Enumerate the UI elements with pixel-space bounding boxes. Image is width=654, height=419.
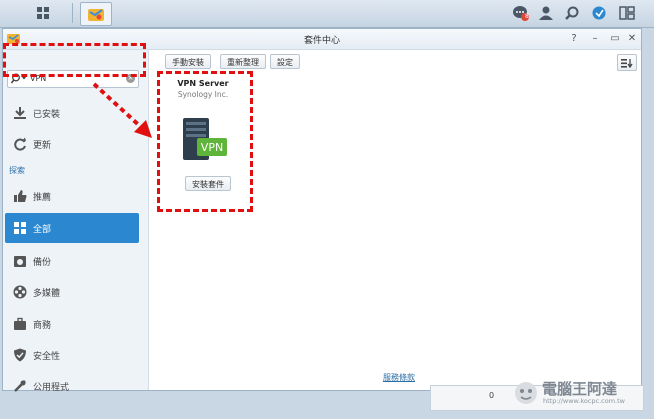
sidebar-item-label: 備份	[33, 257, 52, 268]
section-explore: 探索	[9, 166, 25, 175]
sidebar-item-label: 全部	[33, 224, 52, 235]
sort-icon	[621, 58, 633, 68]
sidebar-item-business[interactable]: 商務	[5, 309, 139, 339]
sidebar-item-security[interactable]: 安全性	[5, 340, 139, 370]
shield-icon	[13, 348, 27, 362]
maximize-button[interactable]: ▭	[608, 32, 622, 46]
package-highlight-box	[157, 71, 253, 212]
thumbs-up-icon	[13, 189, 27, 203]
sidebar-item-label: 已安裝	[33, 109, 61, 120]
watermark-brand: 電腦王阿達	[542, 380, 618, 398]
download-icon	[13, 106, 27, 120]
dashboard-icon	[592, 6, 606, 20]
sidebar-item-label: 更新	[33, 140, 52, 151]
sidebar-item-label: 多媒體	[33, 288, 61, 299]
backup-icon	[13, 254, 27, 268]
settings-button[interactable]: 設定	[270, 54, 300, 69]
sidebar-item-label: 安全性	[33, 351, 61, 362]
sort-button[interactable]	[617, 54, 637, 71]
help-button[interactable]: ?	[567, 32, 581, 46]
search-icon	[565, 6, 579, 20]
taskbar-package-center[interactable]	[80, 2, 112, 26]
package-center-icon	[88, 9, 104, 21]
taskbar: 8	[0, 0, 654, 28]
manual-install-button[interactable]: 手動安裝	[165, 54, 211, 69]
user-icon	[539, 6, 553, 20]
sidebar-item-utilities[interactable]: 公用程式	[5, 371, 139, 401]
sidebar-item-label: 推薦	[33, 192, 52, 203]
notification-badge: 8	[525, 13, 529, 20]
watermark-url: http://www.kocpc.com.tw	[543, 397, 625, 405]
search-button[interactable]	[557, 2, 587, 24]
status-count: 0	[489, 391, 495, 400]
sidebar-item-multimedia[interactable]: 多媒體	[5, 277, 139, 307]
grid-icon	[13, 221, 27, 235]
refresh-icon	[13, 137, 27, 151]
sidebar-item-recommended[interactable]: 推薦	[5, 181, 139, 211]
sidebar-item-label: 公用程式	[33, 382, 70, 393]
layout-icon	[619, 6, 635, 20]
mascot-logo-icon	[515, 382, 537, 404]
search-highlight-box	[3, 43, 146, 77]
grid-icon	[37, 7, 49, 19]
briefcase-icon	[13, 317, 27, 331]
close-button[interactable]: ✕	[625, 32, 639, 46]
highlight-arrow-icon	[92, 82, 152, 138]
tools-icon	[13, 379, 27, 393]
widgets-button[interactable]	[584, 2, 614, 24]
refresh-button[interactable]: 重新整理	[220, 54, 266, 69]
watermark: 電腦王阿達 http://www.kocpc.com.tw	[512, 378, 642, 408]
main-menu-button[interactable]	[28, 2, 58, 24]
sidebar-item-label: 商務	[33, 320, 52, 331]
desktop-layout-button[interactable]	[612, 2, 642, 24]
minimize-button[interactable]: –	[588, 32, 602, 46]
sidebar-item-backup[interactable]: 備份	[5, 246, 139, 276]
terms-of-service-link[interactable]: 服務條款	[383, 372, 415, 383]
sidebar-item-all[interactable]: 全部	[5, 213, 139, 243]
film-reel-icon	[13, 285, 27, 299]
